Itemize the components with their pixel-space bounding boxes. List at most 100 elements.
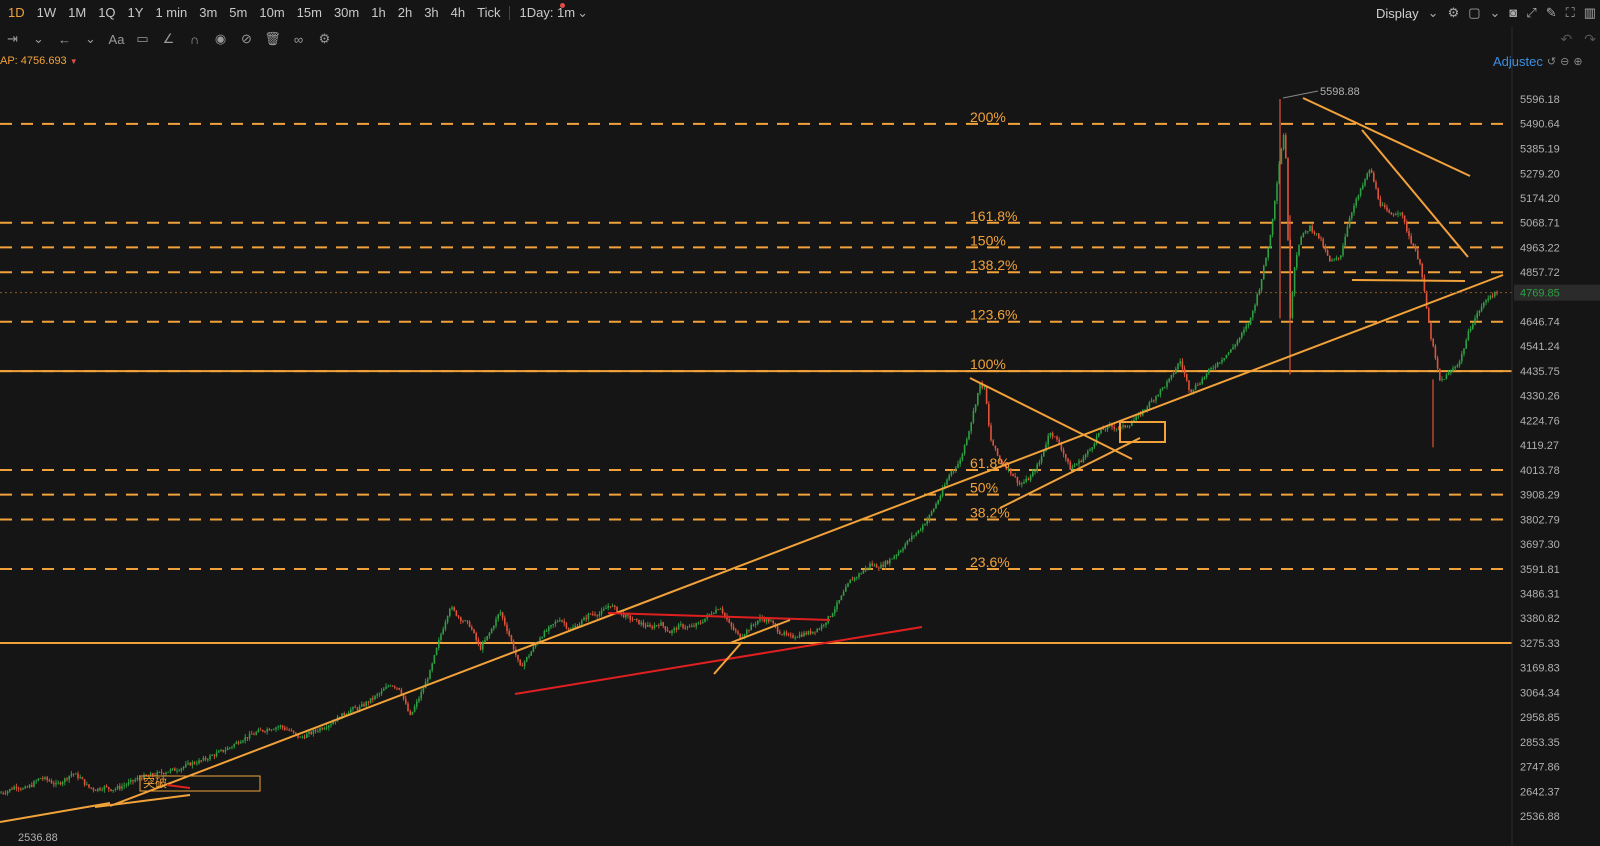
timeframe-1d[interactable]: 1D [2, 0, 31, 26]
candle-body [486, 635, 488, 640]
ruler-icon[interactable]: ⇥ [4, 31, 21, 47]
layout-icon[interactable]: ▢ [1468, 0, 1480, 26]
text-icon[interactable]: Aa [108, 32, 125, 47]
candle-body [1406, 222, 1408, 232]
reset-icon[interactable]: ↺ [1547, 55, 1556, 68]
candle-body [519, 659, 521, 666]
timeframe-1h[interactable]: 1h [365, 0, 391, 26]
candle-body [1181, 361, 1184, 369]
current-price-label: 4769.85 [1520, 288, 1560, 300]
candle-body [1443, 379, 1445, 380]
candle-body [812, 631, 814, 634]
candle-body [1078, 460, 1080, 464]
timeframe-4h[interactable]: 4h [445, 0, 471, 26]
chevron-down-icon[interactable]: ⌄ [577, 0, 588, 26]
candle-body [1430, 322, 1432, 339]
candle-body [1093, 443, 1096, 448]
draw-icon[interactable]: ∠ [160, 31, 177, 47]
panel-icon[interactable]: ▥ [1584, 0, 1596, 26]
magnet-icon[interactable]: ∩ [186, 32, 203, 47]
timeframe-5m[interactable]: 5m [223, 0, 253, 26]
link-icon[interactable]: ∞ [290, 32, 307, 47]
redo-icon[interactable]: ↷ [1584, 31, 1596, 48]
candle-body [1395, 213, 1397, 216]
timeframe-1w[interactable]: 1W [31, 0, 63, 26]
fib-label: 150% [970, 232, 1006, 248]
caret-down-icon[interactable]: ▼ [70, 57, 78, 66]
timeframe-3h[interactable]: 3h [418, 0, 444, 26]
zoom-in-icon[interactable]: ⊕ [1573, 55, 1582, 68]
resistance-line [1302, 97, 1471, 177]
eye-icon[interactable]: ◉ [212, 31, 229, 47]
candle-body [1232, 346, 1234, 350]
candle-body [1386, 207, 1388, 211]
candle-body [1122, 425, 1124, 428]
candle-body [644, 625, 647, 627]
candle-body [510, 635, 513, 641]
candle-body [550, 625, 552, 627]
chevron-down-icon[interactable]: ⌄ [82, 31, 99, 47]
timeframe-1-min[interactable]: 1 min [149, 0, 193, 26]
price-chart[interactable]: 突破 5598.88 2536.88 200% 161.8% 150% 138.2% 123… [0, 0, 1600, 846]
candle-body [1023, 481, 1025, 484]
candle-body [165, 772, 167, 774]
candle-body [125, 784, 128, 786]
timeframe-1m[interactable]: 1M [62, 0, 92, 26]
candle-body [394, 686, 396, 688]
timeframe-3m[interactable]: 3m [193, 0, 223, 26]
arrow-left-icon[interactable]: ← [56, 32, 73, 47]
chevron-down-icon[interactable]: ⌄ [1490, 0, 1501, 26]
timeframe-1q[interactable]: 1Q [92, 0, 121, 26]
candle-body [233, 744, 235, 747]
candle-body [655, 625, 658, 627]
candle-body [625, 614, 627, 618]
candle-body [81, 777, 84, 780]
candle-body [1340, 255, 1342, 259]
candle-body [105, 786, 108, 788]
expand-icon[interactable]: ⤢ [1526, 0, 1536, 26]
candle-body [992, 440, 994, 446]
chevron-down-icon[interactable]: ⌄ [1428, 0, 1439, 26]
display-button[interactable]: Display [1376, 6, 1419, 21]
candle-body [464, 620, 466, 622]
candle-body [1432, 338, 1434, 347]
pencil-icon[interactable]: ✎ [1546, 0, 1557, 26]
comment-icon[interactable]: ▭ [134, 31, 151, 47]
timeframe-30m[interactable]: 30m [328, 0, 365, 26]
zoom-out-icon[interactable]: ⊖ [1560, 55, 1569, 68]
gear-icon[interactable]: ⚙ [316, 31, 333, 47]
candle-body [407, 703, 409, 712]
undo-icon[interactable]: ↶ [1561, 31, 1573, 48]
candle-body [1084, 454, 1087, 458]
adjusted-toggle[interactable]: Adjustec [1493, 54, 1543, 69]
candle-body [1315, 233, 1318, 235]
timeframe-2h[interactable]: 2h [392, 0, 418, 26]
candle-body [1155, 396, 1157, 401]
candle-body [398, 687, 400, 690]
candle-body [427, 679, 429, 682]
timeframe-15m[interactable]: 15m [291, 0, 328, 26]
candle-body [845, 586, 847, 592]
timeframe-tick[interactable]: Tick [471, 0, 506, 26]
candle-body [160, 771, 163, 774]
candle-body [185, 764, 187, 767]
candle-body [702, 622, 704, 624]
hide-icon[interactable]: ⊘ [238, 31, 255, 47]
candle-body [858, 573, 860, 578]
settings-icon[interactable]: ⚙ [1448, 0, 1460, 26]
timeframe-10m[interactable]: 10m [253, 0, 290, 26]
candle-body [466, 620, 469, 622]
camera-icon[interactable]: ◙ [1509, 0, 1517, 26]
trash-icon[interactable]: 🗑 [264, 31, 281, 47]
candle-body [713, 613, 715, 614]
interval-select[interactable]: 1Day: 1m [513, 0, 581, 26]
candle-body [444, 622, 447, 630]
fullscreen-icon[interactable]: ⛶ [1566, 0, 1575, 26]
candle-body [955, 467, 957, 470]
candle-body [1073, 465, 1076, 467]
candle-body [1271, 218, 1274, 235]
candle-body [57, 782, 59, 784]
timeframe-1y[interactable]: 1Y [122, 0, 150, 26]
candle-body [86, 784, 88, 786]
chevron-down-icon[interactable]: ⌄ [30, 31, 47, 47]
